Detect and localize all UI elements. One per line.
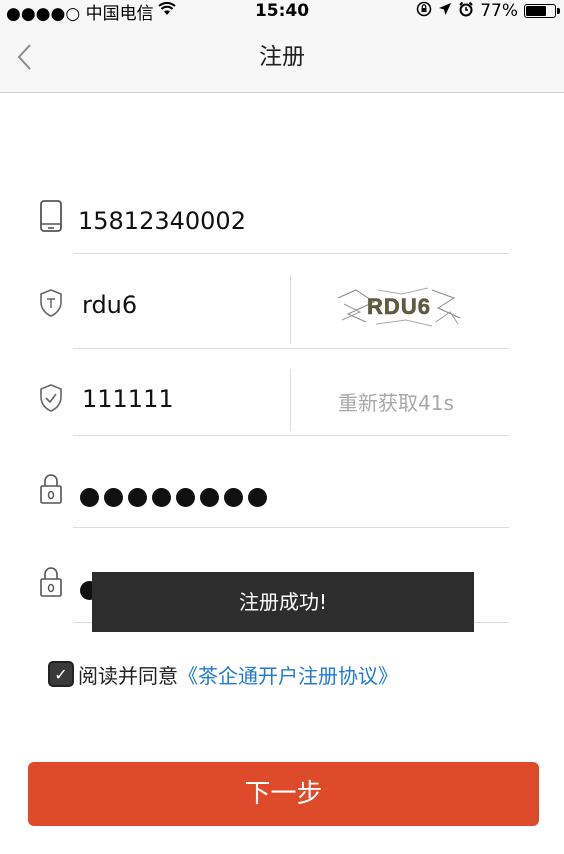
divider [290, 274, 291, 344]
agreement-row: ✓ 阅读并同意 《茶企通开户注册协议》 [48, 658, 398, 690]
captcha-text: RDU6 [367, 294, 431, 319]
rotation-lock-icon [416, 1, 432, 22]
shield-check-icon [38, 383, 64, 413]
lock-icon [38, 473, 64, 504]
agreement-text: 阅读并同意 [78, 663, 178, 688]
alarm-icon [458, 1, 474, 22]
resend-code-button[interactable]: 重新获取41s [338, 387, 454, 416]
password-mask-dot [104, 488, 123, 507]
password-input[interactable] [80, 488, 267, 507]
divider [73, 348, 509, 349]
agreement-link[interactable]: 《茶企通开户注册协议》 [178, 660, 398, 689]
status-right: 77% [416, 0, 560, 22]
battery-percent: 77% [480, 1, 518, 21]
battery-icon [524, 4, 560, 18]
captcha-row: rdu6 RDU6 [0, 270, 564, 350]
status-bar: ●●●●○ 中国电信 15:40 77% [0, 0, 564, 24]
captcha-input[interactable]: rdu6 [82, 291, 137, 319]
next-step-button[interactable]: 下一步 [28, 762, 539, 826]
password-mask-dot [152, 488, 171, 507]
password-mask-dot [80, 488, 99, 507]
password-mask-dot [200, 488, 219, 507]
checkmark-icon: ✓ [54, 664, 68, 684]
success-toast: 注册成功! [92, 572, 474, 632]
nav-bar: 注册 [0, 22, 564, 93]
password-mask-dot [248, 488, 267, 507]
agreement-checkbox[interactable]: ✓ [48, 661, 74, 687]
password-mask-dot [176, 488, 195, 507]
phone-input[interactable]: 15812340002 [78, 207, 246, 235]
divider [73, 527, 509, 528]
sms-code-input[interactable]: 111111 [82, 385, 174, 413]
location-icon [438, 1, 452, 21]
battery-level [526, 6, 546, 16]
phone-icon [38, 200, 64, 232]
divider [73, 253, 509, 254]
page-title: 注册 [259, 44, 305, 70]
captcha-image[interactable]: RDU6 [336, 284, 462, 328]
shield-t-icon [38, 288, 64, 318]
divider [290, 369, 291, 431]
phone-row: 15812340002 [0, 195, 564, 255]
password-mask-dot [224, 488, 243, 507]
password-row [0, 465, 564, 530]
lock-icon [38, 566, 64, 597]
password-mask-dot [128, 488, 147, 507]
sms-code-row: 111111 重新获取41s [0, 365, 564, 437]
divider [73, 435, 509, 436]
